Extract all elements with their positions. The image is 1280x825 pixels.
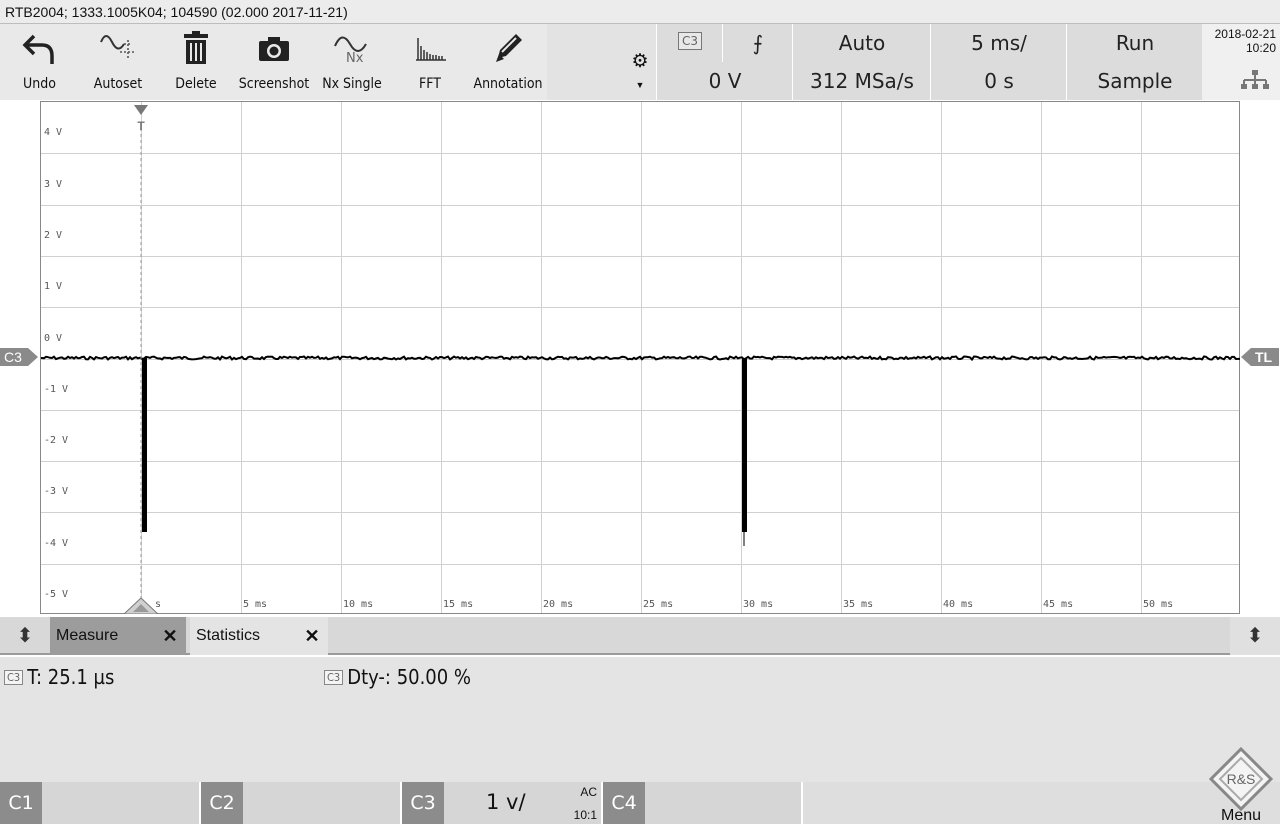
channel-c3[interactable]: C3 1 v/ AC 10:1 — [402, 782, 603, 824]
trigger-marker-label: T — [137, 119, 145, 133]
trigger-offset-marker[interactable] — [122, 597, 160, 615]
annotation-button[interactable]: Annotation — [469, 24, 548, 100]
trigger-arrow-icon — [134, 105, 148, 115]
gear-icon: ⚙ — [631, 51, 649, 72]
channel-c2[interactable]: C2 — [201, 782, 402, 824]
menu-button[interactable]: R&S Menu — [1202, 746, 1280, 824]
measurement-duty-cycle[interactable]: C3 Dty-: 50.00 % — [324, 665, 471, 689]
channel-c3-settings: 1 v/ AC 10:1 — [444, 782, 603, 824]
autoset-label: Autoset — [93, 76, 143, 92]
trace-pulse — [742, 358, 747, 532]
horizontal-position[interactable]: 0 s — [930, 62, 1067, 101]
nx-single-label: Nx Single — [322, 76, 382, 92]
delete-label: Delete — [175, 76, 217, 92]
measurement-duty-value: Dty-: 50.00 % — [347, 665, 471, 689]
channel-c3-tag: C3 — [402, 782, 444, 824]
close-icon[interactable]: ✕ — [300, 617, 324, 655]
ground-triangle-icon — [122, 597, 160, 615]
clock-time: 10:20 — [1245, 41, 1276, 55]
channel-c3-scale: 1 v/ — [486, 790, 526, 814]
trace-pulse — [142, 358, 147, 532]
fft-button[interactable]: FFT — [391, 24, 470, 100]
channel-c1-tag: C1 — [0, 782, 42, 824]
screenshot-button[interactable]: Screenshot — [235, 24, 314, 100]
channel-c1-settings — [42, 782, 201, 824]
channel-c3-probe: 10:1 — [573, 808, 597, 822]
trigger-slope[interactable]: ⨍ — [722, 24, 793, 63]
toolbar: Undo Autoset Delete Screenshot Nx Nx Sin… — [0, 24, 1280, 101]
clock: 2018-02-21 10:20 — [1202, 24, 1280, 100]
channel-c1[interactable]: C1 — [0, 782, 201, 824]
channel-c4-tag: C4 — [603, 782, 645, 824]
channel-c3-coupling: AC — [580, 785, 597, 799]
measurement-period-value: T: 25.1 µs — [27, 665, 115, 689]
trigger-mode[interactable]: Auto — [792, 24, 931, 63]
screenshot-label: Screenshot — [238, 76, 310, 92]
delete-button[interactable]: Delete — [157, 24, 236, 100]
camera-icon — [235, 30, 313, 70]
channel-bar: C1 C2 C3 1 v/ AC 10:1 C4 R&S Menu — [0, 746, 1280, 824]
tab-statistics-label: Statistics — [196, 627, 261, 644]
channel-c4[interactable]: C4 — [603, 782, 803, 824]
channel-marker-label: C3 — [4, 349, 22, 365]
bottom-tab-bar: ⬍ Measure ✕ Statistics ✕ ⬍ — [0, 617, 1280, 655]
tab-statistics[interactable]: Statistics ✕ — [190, 617, 328, 655]
trigger-source-chip: C3 — [677, 32, 702, 50]
autoset-button[interactable]: Autoset — [79, 24, 158, 100]
nx-single-button[interactable]: Nx Nx Single — [313, 24, 392, 100]
empty-toolbar-slot[interactable] — [547, 24, 625, 100]
tab-measure[interactable]: Measure ✕ — [50, 617, 186, 655]
trigger-source[interactable]: C3 — [656, 24, 723, 63]
trigger-level-marker-label: TL — [1255, 349, 1273, 365]
trash-icon — [157, 30, 235, 70]
network-icon — [1240, 70, 1270, 93]
trace-baseline — [41, 355, 1240, 362]
panel-resize-icon[interactable]: ⬍ — [1230, 617, 1280, 655]
menu-logo-text: R&S — [1227, 771, 1256, 787]
autoset-icon — [79, 30, 157, 70]
trigger-position-marker[interactable]: T — [134, 102, 148, 132]
measurement-period[interactable]: C3 T: 25.1 µs — [4, 665, 114, 689]
timebase-scale[interactable]: 5 ms/ — [930, 24, 1067, 63]
fft-label: FFT — [419, 76, 441, 92]
undo-button[interactable]: Undo — [0, 24, 80, 100]
toolbar-settings-button[interactable]: ⚙ ▼ — [624, 24, 657, 100]
tab-measure-label: Measure — [56, 627, 119, 644]
trigger-level[interactable]: 0 V — [656, 62, 793, 101]
channel-c4-settings — [645, 782, 803, 824]
measurement-channel-chip: C3 — [324, 670, 344, 685]
channel-c2-tag: C2 — [201, 782, 243, 824]
measurement-panel: C3 T: 25.1 µs C3 Dty-: 50.00 % — [0, 657, 1280, 782]
pencil-icon — [469, 30, 547, 70]
sample-rate[interactable]: 312 MSa/s — [792, 62, 931, 101]
annotation-label: Annotation — [473, 76, 543, 92]
expand-collapse-up-down-icon[interactable]: ⬍ — [0, 617, 50, 655]
channel-c2-settings — [243, 782, 402, 824]
undo-label: Undo — [23, 76, 56, 92]
fft-icon — [391, 30, 469, 70]
undo-icon — [0, 30, 79, 70]
measurement-channel-chip: C3 — [4, 670, 24, 685]
trigger-level-marker[interactable]: TL — [1241, 348, 1279, 366]
close-icon[interactable]: ✕ — [158, 617, 182, 655]
run-stop-state[interactable]: Run — [1066, 24, 1203, 63]
waveform-trace — [41, 122, 1240, 602]
chevron-down-icon: ▼ — [635, 80, 645, 90]
window-title: RTB2004; 1333.1005K04; 104590 (02.000 20… — [0, 0, 1280, 24]
nx-single-icon: Nx — [313, 30, 391, 70]
svg-text:Nx: Nx — [346, 51, 364, 66]
clock-date: 2018-02-21 — [1214, 27, 1276, 41]
acquisition-mode[interactable]: Sample — [1066, 62, 1203, 101]
channel-marker-c3[interactable]: C3 — [0, 348, 38, 366]
waveform-display[interactable]: 4 V3 V2 V1 V0 V -1 V -2 V -3 V -4 V -5 Vs5 ms… — [40, 101, 1240, 615]
rohde-schwarz-logo-icon: R&S — [1208, 746, 1274, 812]
menu-label: Menu — [1220, 807, 1262, 824]
